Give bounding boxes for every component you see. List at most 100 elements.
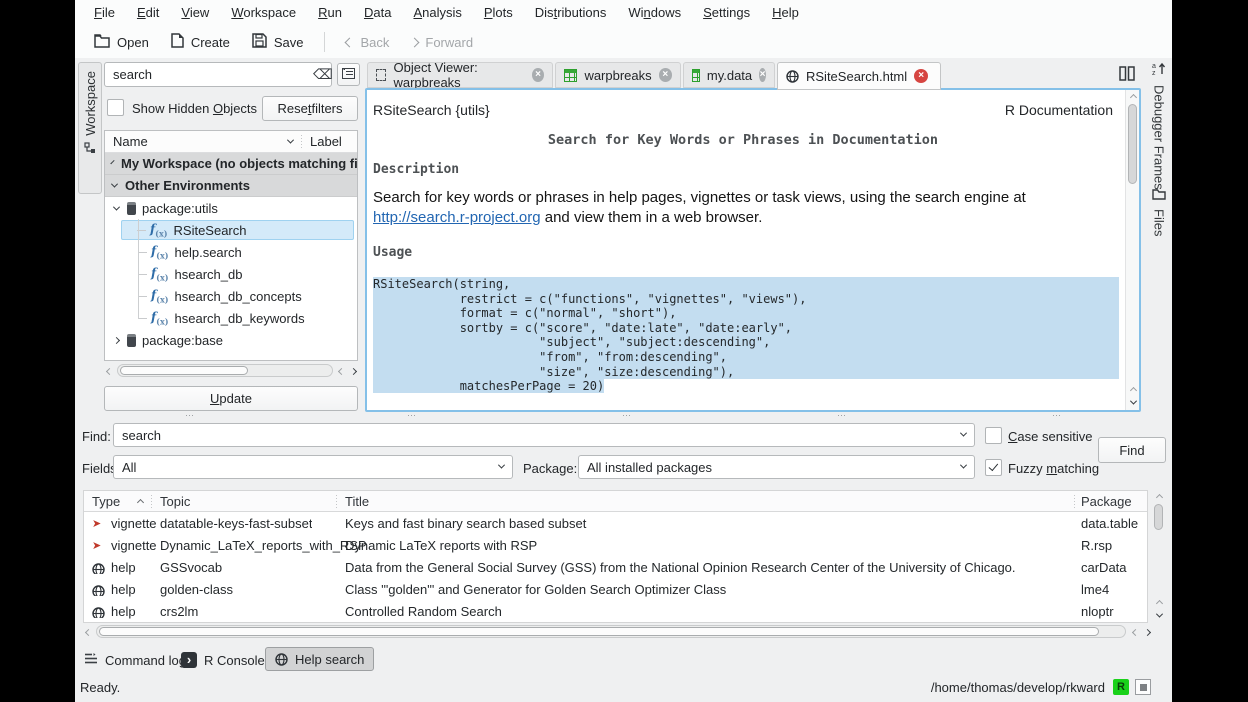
results-scroll-right-icon[interactable] — [1142, 627, 1152, 637]
table-row[interactable]: ➤ vignette datatable-keys-fast-subset Ke… — [84, 513, 1147, 535]
tree-scroll-right-icon[interactable] — [348, 366, 358, 376]
menu-edit[interactable]: Edit — [126, 0, 170, 26]
tab-my-data[interactable]: my.data × — [683, 62, 775, 88]
splitter-handle[interactable]: ⋯ — [622, 413, 632, 417]
tree-scroll-left-icon[interactable] — [104, 366, 114, 376]
doc-scroll-up2-icon[interactable] — [1128, 385, 1138, 395]
doc-vscrollbar-thumb[interactable] — [1128, 104, 1137, 184]
tab-object-viewer-warpbreaks[interactable]: Object Viewer: warpbreaks × — [367, 62, 553, 88]
tree-item-rsitesearch[interactable]: f(x) RSiteSearch — [121, 220, 354, 240]
table-row[interactable]: help crs2lm Controlled Random Search nlo… — [84, 601, 1147, 623]
results-scroll-up2-icon[interactable] — [1154, 598, 1164, 608]
splitter-handle[interactable]: ⋯ — [407, 413, 417, 417]
show-hidden-checkbox[interactable] — [107, 99, 124, 116]
tree-root-my-workspace[interactable]: My Workspace (no objects matching filter… — [105, 153, 357, 175]
tree-item-hsearch-db-concepts[interactable]: f(x) hsearch_db_concepts — [105, 285, 357, 307]
split-view-icon[interactable] — [1119, 66, 1135, 84]
object-search-input[interactable] — [104, 62, 332, 87]
tree-root-other-environments[interactable]: Other Environments — [105, 175, 357, 197]
splitter-handle[interactable]: ⋯ — [185, 413, 195, 417]
close-tab-icon[interactable]: × — [759, 68, 766, 82]
table-row[interactable]: ➤ vignette Dynamic_LaTeX_reports_with_RS… — [84, 535, 1147, 557]
fields-combobox[interactable]: All — [113, 455, 513, 479]
results-scroll-down-icon[interactable] — [1154, 610, 1164, 620]
results-hscrollbar[interactable] — [96, 625, 1126, 638]
show-hidden-label[interactable]: Show Hidden Objects — [132, 101, 257, 116]
tree-item-package-base[interactable]: package:base — [105, 329, 357, 351]
case-sensitive-label[interactable]: Case sensitive — [1008, 429, 1093, 444]
tab-rsitesearch-html[interactable]: RSiteSearch.html × — [777, 62, 941, 90]
splitter-handle[interactable]: ⋯ — [1052, 413, 1062, 417]
column-topic[interactable]: Topic — [160, 491, 190, 512]
table-row[interactable]: help golden-class Class '"golden"' and G… — [84, 579, 1147, 601]
sidebar-tab-debugger-frames[interactable]: az Debugger Frames — [1146, 62, 1172, 190]
forward-button[interactable]: Forward — [402, 31, 482, 54]
tree-item-package-utils[interactable]: package:utils — [105, 197, 357, 219]
find-button[interactable]: Find — [1098, 437, 1166, 463]
tree-item-hsearch-db[interactable]: f(x) hsearch_db — [105, 263, 357, 285]
help-document-view[interactable]: RSiteSearch {utils} R Documentation Sear… — [365, 88, 1141, 412]
back-button[interactable]: Back — [337, 31, 398, 54]
menu-distributions[interactable]: Distributions — [524, 0, 618, 26]
filter-options-button[interactable] — [337, 63, 360, 86]
menu-help[interactable]: Help — [761, 0, 810, 26]
tree-item-help-search[interactable]: f(x) help.search — [105, 241, 357, 263]
new-document-icon — [171, 33, 184, 51]
tab-warpbreaks[interactable]: warpbreaks × — [555, 62, 681, 88]
results-vscrollbar[interactable] — [1152, 491, 1166, 622]
fuzzy-matching-checkbox[interactable] — [985, 459, 1002, 476]
close-tab-icon[interactable]: × — [659, 68, 672, 82]
menu-run[interactable]: Run — [307, 0, 353, 26]
bottom-tab-r-console[interactable]: › R Console — [181, 648, 265, 672]
tree-item-hsearch-db-keywords[interactable]: f(x) hsearch_db_keywords — [105, 307, 357, 329]
bottom-tab-command-log[interactable]: Command log — [84, 648, 186, 672]
fuzzy-matching-label[interactable]: Fuzzy matching — [1008, 461, 1099, 476]
tree-scroll-left2-icon[interactable] — [336, 366, 346, 376]
column-label[interactable]: Label — [310, 134, 342, 149]
menu-data[interactable]: Data — [353, 0, 402, 26]
menu-file[interactable]: File — [83, 0, 126, 26]
case-sensitive-checkbox[interactable] — [985, 427, 1002, 444]
update-button[interactable]: Update — [104, 386, 358, 411]
sidebar-tab-files[interactable]: Files — [1146, 188, 1172, 236]
column-package[interactable]: Package — [1081, 491, 1132, 512]
results-scroll-left2-icon[interactable] — [1130, 627, 1140, 637]
doc-scroll-up-icon[interactable] — [1128, 92, 1138, 102]
reset-filters-button[interactable]: Reset filters — [262, 96, 358, 121]
menu-analysis[interactable]: Analysis — [402, 0, 472, 26]
menu-view[interactable]: View — [170, 0, 220, 26]
tree-hscrollbar[interactable] — [117, 364, 333, 377]
interrupt-r-button[interactable] — [1135, 679, 1151, 695]
table-row[interactable]: help GSSvocab Data from the General Soci… — [84, 557, 1147, 579]
column-type[interactable]: Type — [92, 491, 120, 512]
bottom-tab-help-search[interactable]: Help search — [265, 647, 374, 671]
column-name[interactable]: Name — [105, 134, 148, 149]
name-sort-chevron-icon[interactable] — [287, 137, 294, 144]
column-title[interactable]: Title — [345, 491, 369, 512]
results-scroll-up-icon[interactable] — [1154, 492, 1164, 502]
results-scroll-left-icon[interactable] — [83, 627, 93, 637]
create-button[interactable]: Create — [162, 29, 239, 55]
tree-header[interactable]: Name Label — [105, 131, 357, 153]
search-r-project-link[interactable]: http://search.r-project.org — [373, 209, 541, 226]
splitter-handle[interactable]: ⋯ — [837, 413, 847, 417]
vignette-icon: ➤ — [92, 535, 101, 557]
find-combobox[interactable]: search — [113, 423, 975, 447]
menu-workspace[interactable]: Workspace — [220, 0, 307, 26]
close-tab-icon[interactable]: × — [914, 69, 928, 83]
menu-windows[interactable]: Windows — [617, 0, 692, 26]
menu-plots[interactable]: Plots — [473, 0, 524, 26]
save-button[interactable]: Save — [243, 29, 313, 55]
close-tab-icon[interactable]: × — [532, 68, 544, 82]
results-hscrollbar-thumb[interactable] — [99, 627, 1099, 636]
doc-scroll-down-icon[interactable] — [1128, 397, 1138, 407]
sidebar-tab-workspace[interactable]: Workspace — [78, 62, 102, 194]
help-icon — [275, 653, 288, 666]
package-combobox[interactable]: All installed packages — [578, 455, 975, 479]
menu-settings[interactable]: Settings — [692, 0, 761, 26]
tree-hscrollbar-thumb[interactable] — [120, 366, 248, 375]
results-vscrollbar-thumb[interactable] — [1154, 504, 1163, 530]
clear-search-icon[interactable]: ⌫ — [313, 66, 333, 83]
doc-vscrollbar[interactable] — [1125, 90, 1139, 410]
open-button[interactable]: Open — [85, 30, 158, 55]
